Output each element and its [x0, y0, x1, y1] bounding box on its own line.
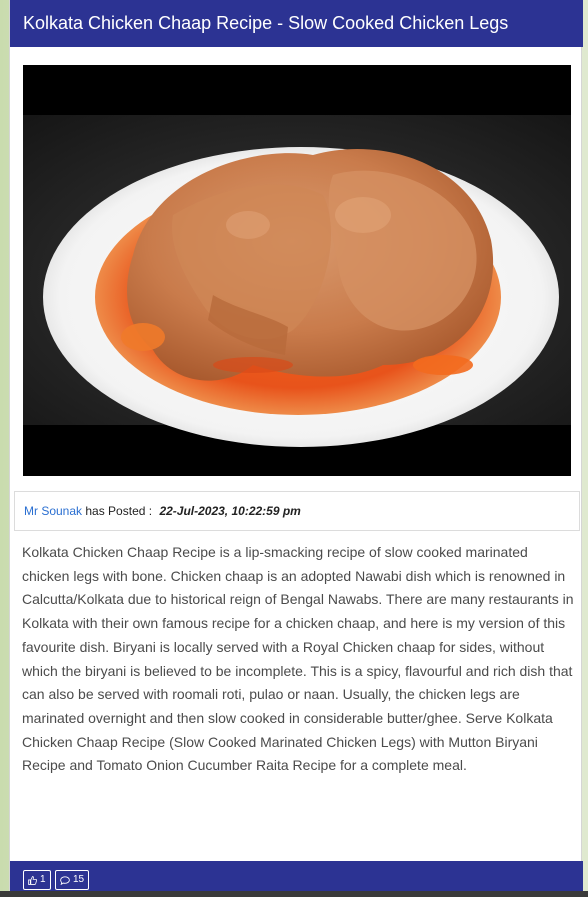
post-title: Kolkata Chicken Chaap Recipe - Slow Cook…	[10, 0, 583, 47]
recipe-photo	[23, 65, 571, 476]
post-card: Kolkata Chicken Chaap Recipe - Slow Cook…	[9, 0, 583, 897]
like-count: 1	[40, 874, 46, 885]
recipe-photo-graphic	[23, 65, 571, 476]
author-link[interactable]: Mr Sounak	[24, 504, 82, 518]
comments-button[interactable]: 15	[55, 870, 90, 890]
post-meta: Mr Sounak has Posted : 22-Jul-2023, 10:2…	[14, 491, 580, 531]
window-bottom-edge	[0, 891, 588, 897]
posted-label: has Posted :	[85, 504, 153, 518]
comment-count: 15	[73, 874, 85, 885]
posted-date: 22-Jul-2023, 10:22:59 pm	[159, 504, 301, 518]
comment-icon	[60, 875, 70, 885]
recipe-description: Kolkata Chicken Chaap Recipe is a lip-sm…	[22, 544, 574, 774]
thumbs-up-icon	[28, 875, 37, 885]
like-button[interactable]: 1	[23, 870, 51, 890]
post-footer: 1 15	[10, 861, 583, 891]
